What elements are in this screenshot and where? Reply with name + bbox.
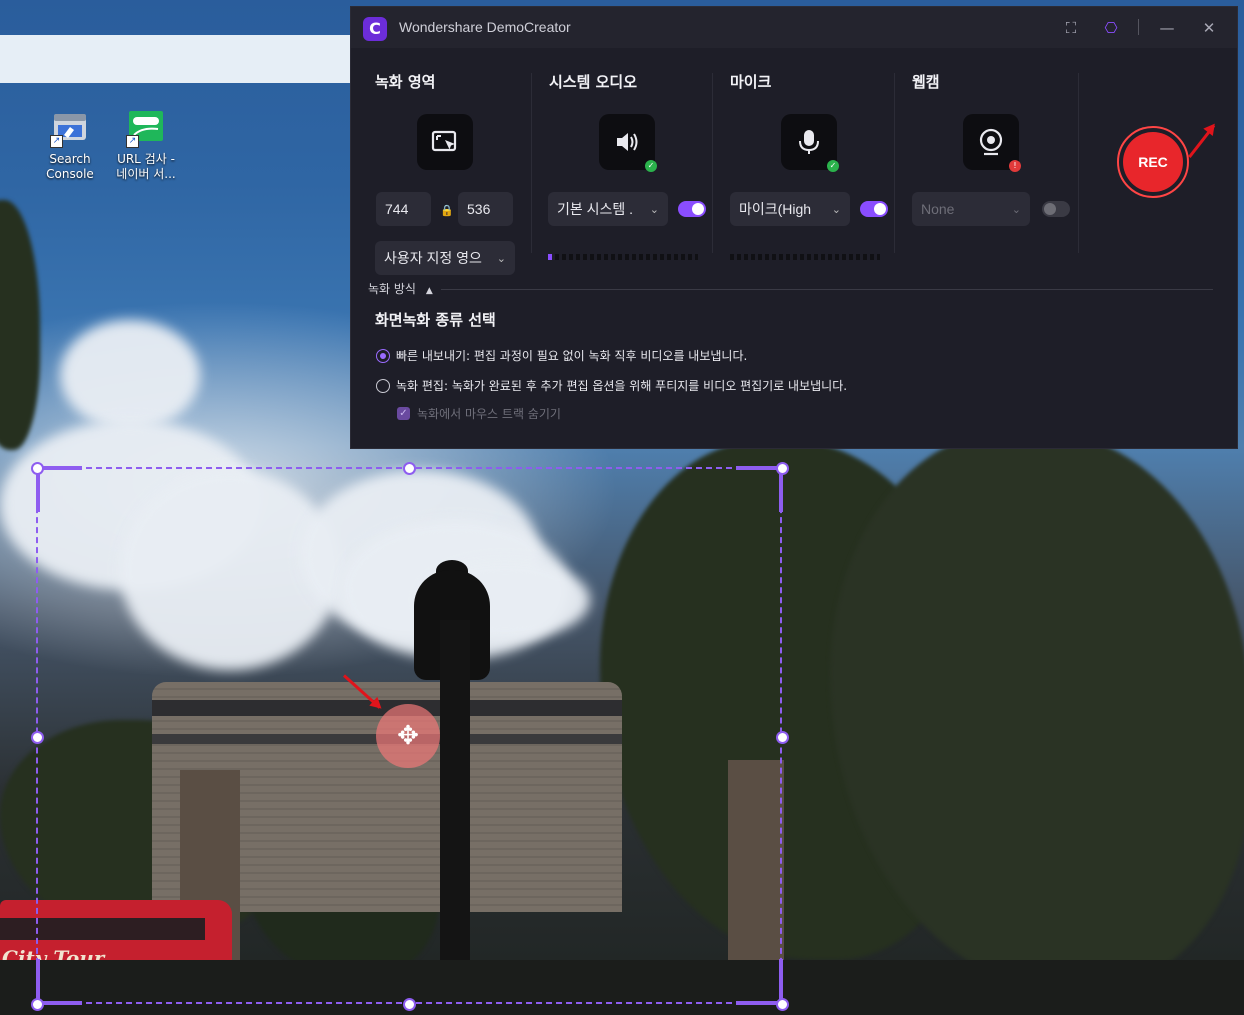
naver-search-advisor-icon: ↗ [126,108,166,148]
area-height-input[interactable]: 536 [458,192,513,226]
microphone-icon[interactable]: ✓ [781,114,839,172]
desktop-icon-label: Console [46,167,94,181]
recording-mode-label: 녹화 방식 [368,282,416,296]
status-ok-icon: ✓ [645,160,657,172]
annotation-arrow [1188,124,1216,158]
close-button[interactable]: ✕ [1198,17,1220,39]
microphone-level-meter [730,254,880,260]
screenshot-icon[interactable]: ⛶ [1060,17,1082,39]
webcam-device: None [921,201,955,217]
system-audio-dropdown[interactable]: 기본 시스템 . ⌄ [548,192,668,226]
resize-handle-left[interactable] [31,731,44,744]
recording-mode-toggle[interactable]: 녹화 방식 ▲ [368,280,433,297]
webcam-dropdown[interactable]: None ⌄ [912,192,1030,226]
shortcut-arrow-icon: ↗ [126,135,139,148]
quick-export-radio[interactable] [376,349,390,363]
resize-handle-top-left[interactable] [31,462,44,475]
democreator-window: C Wondershare DemoCreator ⛶ ⎔ — ✕ 녹화 영역 … [350,6,1238,449]
area-preset-dropdown[interactable]: 사용자 지정 영으 ⌄ [375,241,515,275]
resize-handle-top-right[interactable] [776,462,789,475]
desktop-icon-label: 네이버 서... [116,167,176,181]
resize-handle-right[interactable] [776,731,789,744]
resize-handle-bottom-left[interactable] [31,998,44,1011]
section-divider [1078,73,1079,253]
app-logo-icon: C [363,17,387,41]
tree [0,200,40,450]
settings-icon[interactable]: ⎔ [1100,17,1122,39]
quick-export-label[interactable]: 빠른 내보내기: 편집 과정이 필요 없이 녹화 직후 비디오를 내보냅니다. [396,347,747,364]
resize-handle-bottom-right[interactable] [776,998,789,1011]
search-console-icon: ↗ [50,108,90,148]
edit-recording-radio[interactable] [376,379,390,393]
recording-area-title: 녹화 영역 [375,73,436,91]
desktop-icon-label: URL 검사 - [117,152,175,166]
section-divider [712,73,713,253]
webcam-toggle[interactable] [1042,201,1070,217]
area-preset-value: 사용자 지정 영으 [384,250,482,266]
recording-type-title: 화면녹화 종류 선택 [375,311,496,329]
lock-icon[interactable]: 🔒 [440,204,454,217]
webcam-title: 웹캠 [912,73,940,91]
shortcut-arrow-icon: ↗ [50,135,63,148]
desktop-icon-label: Search [49,152,91,166]
move-icon: ✥ [397,721,419,751]
system-audio-toggle[interactable] [678,201,706,217]
cloud [60,320,200,430]
recording-area-icon[interactable] [417,114,473,170]
system-audio-level-meter [548,254,698,260]
section-divider [894,73,895,253]
microphone-toggle[interactable] [860,201,888,217]
microphone-dropdown[interactable]: 마이크(High ⌄ [730,192,850,226]
resize-handle-top[interactable] [403,462,416,475]
system-audio-title: 시스템 오디오 [549,73,638,91]
browser-window-edge[interactable] [0,35,352,83]
system-audio-device: 기본 시스템 . [557,201,634,217]
rec-button[interactable]: REC [1123,132,1183,192]
edit-recording-label[interactable]: 녹화 편집: 녹화가 완료된 후 추가 편집 옵션을 위해 푸티지를 비디오 편… [396,377,847,394]
desktop-icon-url-inspect[interactable]: ↗ URL 검사 - 네이버 서... [109,108,183,182]
move-handle[interactable]: ✥ [376,704,440,768]
title-bar[interactable]: C Wondershare DemoCreator ⛶ ⎔ — ✕ [351,7,1237,48]
desktop-icon-search-console[interactable]: ↗ Search Console [33,108,107,182]
microphone-title: 마이크 [730,73,772,91]
recording-mode-divider [441,289,1213,290]
chevron-down-icon: ⌄ [649,203,659,216]
section-divider [531,73,532,253]
status-error-icon: ! [1009,160,1021,172]
area-width-input[interactable]: 744 [376,192,431,226]
status-ok-icon: ✓ [827,160,839,172]
system-audio-level-fill [548,254,552,260]
window-title: Wondershare DemoCreator [399,19,571,35]
chevron-down-icon: ⌄ [1011,203,1021,216]
chevron-down-icon: ⌄ [496,252,506,265]
chevron-down-icon: ⌄ [831,203,841,216]
minimize-button[interactable]: — [1156,17,1178,39]
chevron-up-icon: ▲ [425,286,433,296]
webcam-icon[interactable]: ! [963,114,1021,172]
microphone-device: 마이크(High [739,201,812,217]
hide-mouse-track-label: 녹화에서 마우스 트랙 숨기기 [417,407,561,421]
system-audio-icon[interactable]: ✓ [599,114,657,172]
titlebar-divider [1138,19,1139,35]
resize-handle-bottom[interactable] [403,998,416,1011]
hide-mouse-track-checkbox[interactable]: ✓ [397,407,410,420]
